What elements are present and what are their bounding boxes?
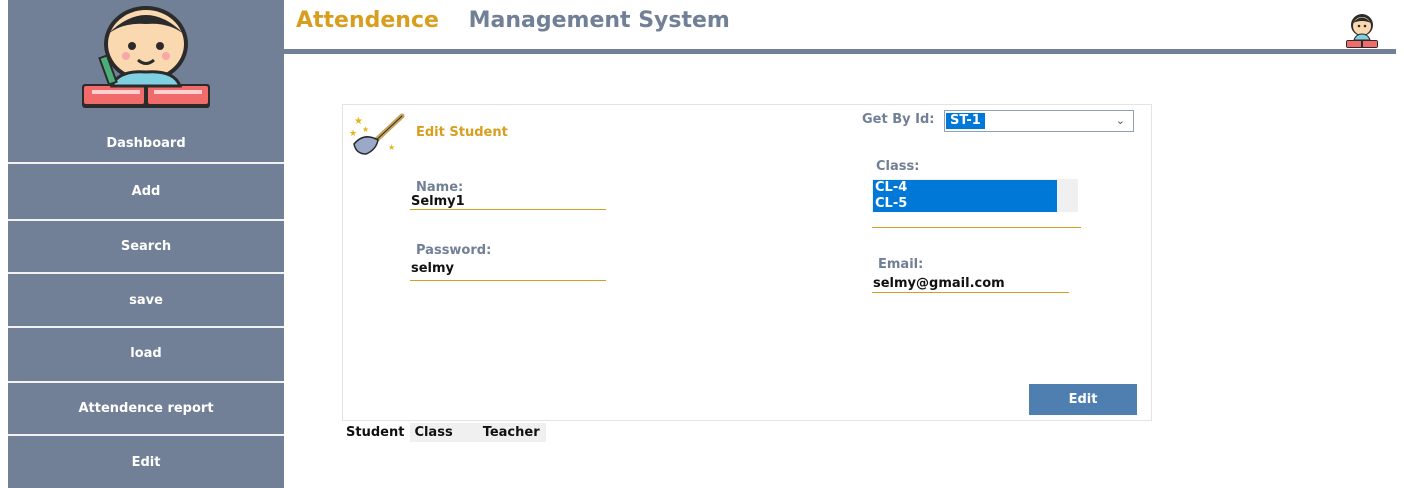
class-underline [872,227,1081,228]
email-underline [872,292,1069,293]
email-input[interactable]: selmy@gmail.com [873,276,1005,291]
edit-button[interactable]: Edit [1029,384,1137,415]
password-input[interactable]: selmy [411,261,454,276]
magic-broom-icon: ★ ★ ★ ★ [348,110,406,156]
tab-class[interactable]: Class [410,423,479,442]
name-label: Name: [416,180,464,195]
chevron-down-icon[interactable]: ⌄ [1116,114,1125,127]
nav-edit-button[interactable]: Edit [8,437,284,488]
edit-student-panel [342,104,1152,421]
email-label: Email: [878,257,924,272]
app-title: Attendence Management System [296,8,730,33]
tab-student[interactable]: Student [342,423,411,442]
name-input[interactable]: Selmy1 [411,194,465,209]
password-underline [410,280,606,281]
app-title-part1: Attendence [296,8,439,33]
class-list-item[interactable]: CL-4 [873,180,1057,196]
nav-search-button[interactable]: Search [8,221,284,272]
get-by-id-select[interactable]: ST-1 ⌄ [944,110,1134,132]
nav-divider [8,272,284,274]
nav-load-button[interactable]: load [8,328,284,379]
panel-title: Edit Student [416,125,508,140]
svg-text:★: ★ [362,125,369,134]
password-label: Password: [416,243,492,258]
class-label: Class: [876,159,920,174]
nav-divider [8,434,284,436]
name-underline [410,209,606,210]
nav-add-button[interactable]: Add [8,166,284,217]
tab-teacher[interactable]: Teacher [478,423,546,442]
student-avatar-icon [8,0,284,118]
header-divider [284,49,1396,54]
nav-save-button[interactable]: save [8,275,284,326]
tab-strip: Student Class Teacher [342,423,546,442]
svg-text:★: ★ [349,129,357,139]
nav-divider [8,162,284,164]
get-by-id-selected-value: ST-1 [946,113,985,129]
app-title-part2: Management System [468,8,730,33]
get-by-id-label: Get By Id: [862,112,935,127]
class-listbox[interactable]: CL-4 CL-5 [872,179,1078,212]
sidebar: Dashboard Add Search save load Attendenc… [8,0,284,488]
svg-text:★: ★ [388,143,395,152]
nav-attendence-report-button[interactable]: Attendence report [8,383,284,434]
class-list-item[interactable]: CL-5 [873,196,1057,212]
user-avatar-icon [1344,12,1380,50]
